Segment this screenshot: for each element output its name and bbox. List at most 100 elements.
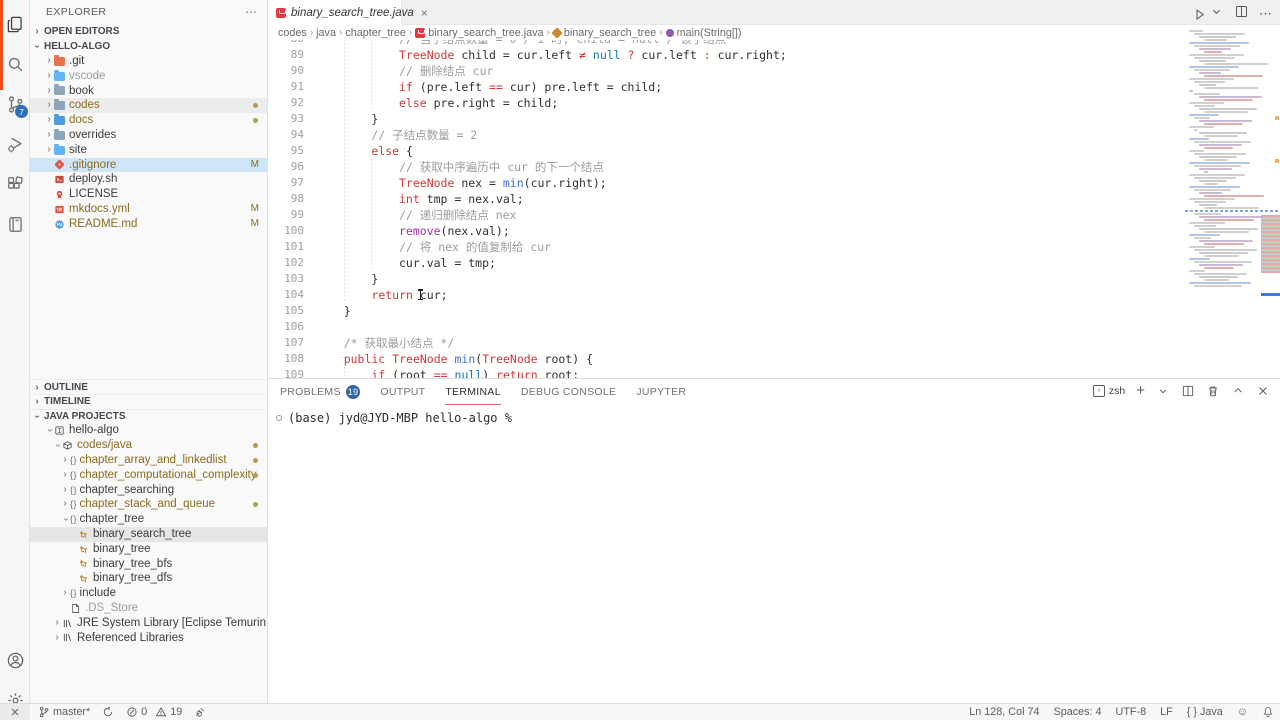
breadcrumb-item[interactable]: codes — [278, 27, 307, 39]
line-number[interactable]: 98 — [268, 191, 304, 207]
breadcrumb-item[interactable]: binary_search_tree — [553, 27, 656, 39]
terminal-output[interactable]: (base) jyd@JYD-MBP hello-algo % — [276, 411, 512, 425]
new-terminal-button[interactable]: + — [1136, 383, 1145, 398]
line-number[interactable]: 108 — [268, 351, 304, 367]
close-panel-icon[interactable] — [1256, 384, 1270, 398]
line-number[interactable]: 96 — [268, 159, 304, 175]
root-folder-header[interactable]: ›HELLO-ALGO — [30, 39, 267, 54]
java-referenced-libraries[interactable]: ›Referenced Libraries — [30, 631, 267, 646]
breadcrumb-item[interactable]: main(String[]) — [666, 27, 742, 39]
outline-header[interactable]: ›OUTLINE — [30, 379, 267, 394]
line-number[interactable]: 97 — [268, 175, 304, 191]
java-binary-tree-bfs[interactable]: binary_tree_bfs — [30, 557, 267, 572]
line-number[interactable]: 94 — [268, 127, 304, 143]
notifications-button[interactable] — [1262, 706, 1274, 718]
problems-status[interactable]: 0 19 — [126, 706, 182, 718]
panel-tab-problems[interactable]: PROBLEMS19 — [280, 379, 360, 405]
file-license[interactable]: LICENSE — [30, 187, 267, 202]
line-number[interactable]: 106 — [268, 319, 304, 335]
java--ds-store[interactable]: .DS_Store — [30, 601, 267, 616]
line-number[interactable]: 99 — [268, 207, 304, 223]
status-encoding[interactable]: UTF-8 — [1116, 706, 1147, 718]
timeline-header[interactable]: ›TIMELINE — [30, 394, 267, 409]
java-binary-search-tree[interactable]: binary_search_tree — [30, 527, 267, 542]
activity-item-explorer[interactable] — [0, 4, 30, 44]
line-number[interactable]: 91 — [268, 79, 304, 95]
panel-tab-terminal[interactable]: TERMINAL — [445, 379, 501, 405]
shell-selector[interactable]: ›zsh — [1093, 385, 1125, 397]
breadcrumb-item[interactable]: chapter_tree — [345, 27, 406, 39]
java-chapter-stack-and-queue[interactable]: ›{ }chapter_stack_and_queue — [30, 497, 267, 512]
line-number[interactable]: 95 — [268, 143, 304, 159]
code-editor[interactable]: 88// 当子结点数量 = 0 / 1 时, child = null / 该子… — [268, 40, 1185, 378]
more-actions-icon[interactable]: ⋯ — [1259, 6, 1272, 22]
java-codes-java[interactable]: ›codes/java — [30, 438, 267, 453]
line-number[interactable]: 89 — [268, 47, 304, 63]
language-mode[interactable]: { } Java — [1187, 706, 1223, 718]
activity-item-extensions[interactable] — [0, 164, 30, 204]
chevron-down-icon[interactable] — [1156, 384, 1170, 398]
java-chapter-tree[interactable]: ›{ }chapter_tree — [30, 512, 267, 527]
minimap[interactable] — [1185, 28, 1280, 378]
line-number[interactable]: 109 — [268, 367, 304, 378]
java-chapter-computational-complexity[interactable]: ›{ }chapter_computational_complexity — [30, 468, 267, 483]
breadcrumb-item[interactable]: java — [316, 27, 336, 39]
remote-indicator[interactable] — [0, 704, 30, 720]
feedback-button[interactable]: ☺ — [1237, 706, 1248, 718]
line-number[interactable]: 105 — [268, 303, 304, 319]
panel-tab-debug-console[interactable]: DEBUG CONSOLE — [521, 379, 617, 405]
line-number[interactable]: 92 — [268, 95, 304, 111]
file-overrides[interactable]: ›overrides — [30, 128, 267, 143]
java-chapter-searching[interactable]: ›{ }chapter_searching — [30, 483, 267, 498]
activity-item-search[interactable] — [0, 44, 30, 84]
line-number[interactable]: 102 — [268, 255, 304, 271]
java-binary-tree-dfs[interactable]: binary_tree_dfs — [30, 571, 267, 586]
activity-item-account[interactable] — [0, 640, 30, 680]
line-number[interactable]: 88 — [268, 40, 304, 47]
close-icon[interactable]: × — [421, 6, 428, 20]
debug-status[interactable] — [194, 706, 206, 718]
java-binary-tree[interactable]: binary_tree — [30, 542, 267, 557]
java-chapter-array-and-linkedlist[interactable]: ›{ }chapter_array_and_linkedlist — [30, 453, 267, 468]
file-mkdocs-yml[interactable]: mkdocs.ymlM — [30, 202, 267, 217]
file--git[interactable]: ›.git — [30, 54, 267, 69]
run-button[interactable] — [1192, 7, 1207, 22]
file-readme-md[interactable]: README.mdM — [30, 217, 267, 232]
sync-button[interactable] — [102, 706, 114, 718]
panel-tab-output[interactable]: OUTPUT — [380, 379, 425, 405]
java-hello-algo[interactable]: ›hello-algo — [30, 423, 267, 438]
maximize-panel-icon[interactable] — [1231, 384, 1245, 398]
status-indentation[interactable]: Spaces: 4 — [1054, 706, 1102, 718]
line-number[interactable]: 107 — [268, 335, 304, 351]
git-branch-status[interactable]: master* — [38, 706, 90, 718]
activity-item-source-control[interactable]: 7 — [0, 84, 30, 124]
more-actions-icon[interactable]: ⋯ — [245, 5, 257, 19]
activity-item-run-debug[interactable] — [0, 124, 30, 164]
file-deploy-sh[interactable]: deploy.sh — [30, 172, 267, 187]
file-site[interactable]: ›site — [30, 143, 267, 158]
breadcrumb-item[interactable]: binary_search_tree.java — [415, 27, 543, 39]
file-codes[interactable]: ›codes — [30, 98, 267, 113]
open-editors-header[interactable]: ›OPEN EDITORS — [30, 24, 267, 39]
line-number[interactable]: 103 — [268, 271, 304, 287]
java-projects-header[interactable]: ›JAVA PROJECTS — [30, 409, 267, 424]
java-jre-system-library-eclipse-temurin-17-17-[interactable]: ›JRE System Library [Eclipse Temurin 17 … — [30, 616, 267, 631]
split-editor-icon[interactable] — [1234, 4, 1249, 24]
java-include[interactable]: ›{ }include — [30, 586, 267, 601]
line-number[interactable]: 100 — [268, 223, 304, 239]
split-terminal-icon[interactable] — [1181, 384, 1195, 398]
file-docs[interactable]: ›docs — [30, 113, 267, 128]
line-number[interactable]: 101 — [268, 239, 304, 255]
tab-binary-search-tree[interactable]: binary_search_tree.java × — [268, 0, 402, 25]
line-number[interactable]: 93 — [268, 111, 304, 127]
file-book[interactable]: ›book — [30, 84, 267, 99]
panel-tab-jupyter[interactable]: JUPYTER — [636, 379, 686, 405]
file-vscode[interactable]: ›vscode — [30, 69, 267, 84]
line-number[interactable]: 90 — [268, 63, 304, 79]
line-number[interactable]: 104 — [268, 287, 304, 303]
chevron-down-icon[interactable] — [1209, 4, 1224, 24]
status-cursor-position[interactable]: Ln 128, Col 74 — [969, 706, 1039, 718]
status-eol[interactable]: LF — [1160, 706, 1173, 718]
file--gitignore[interactable]: .gitignoreM — [30, 158, 267, 173]
kill-terminal-icon[interactable] — [1206, 384, 1220, 398]
